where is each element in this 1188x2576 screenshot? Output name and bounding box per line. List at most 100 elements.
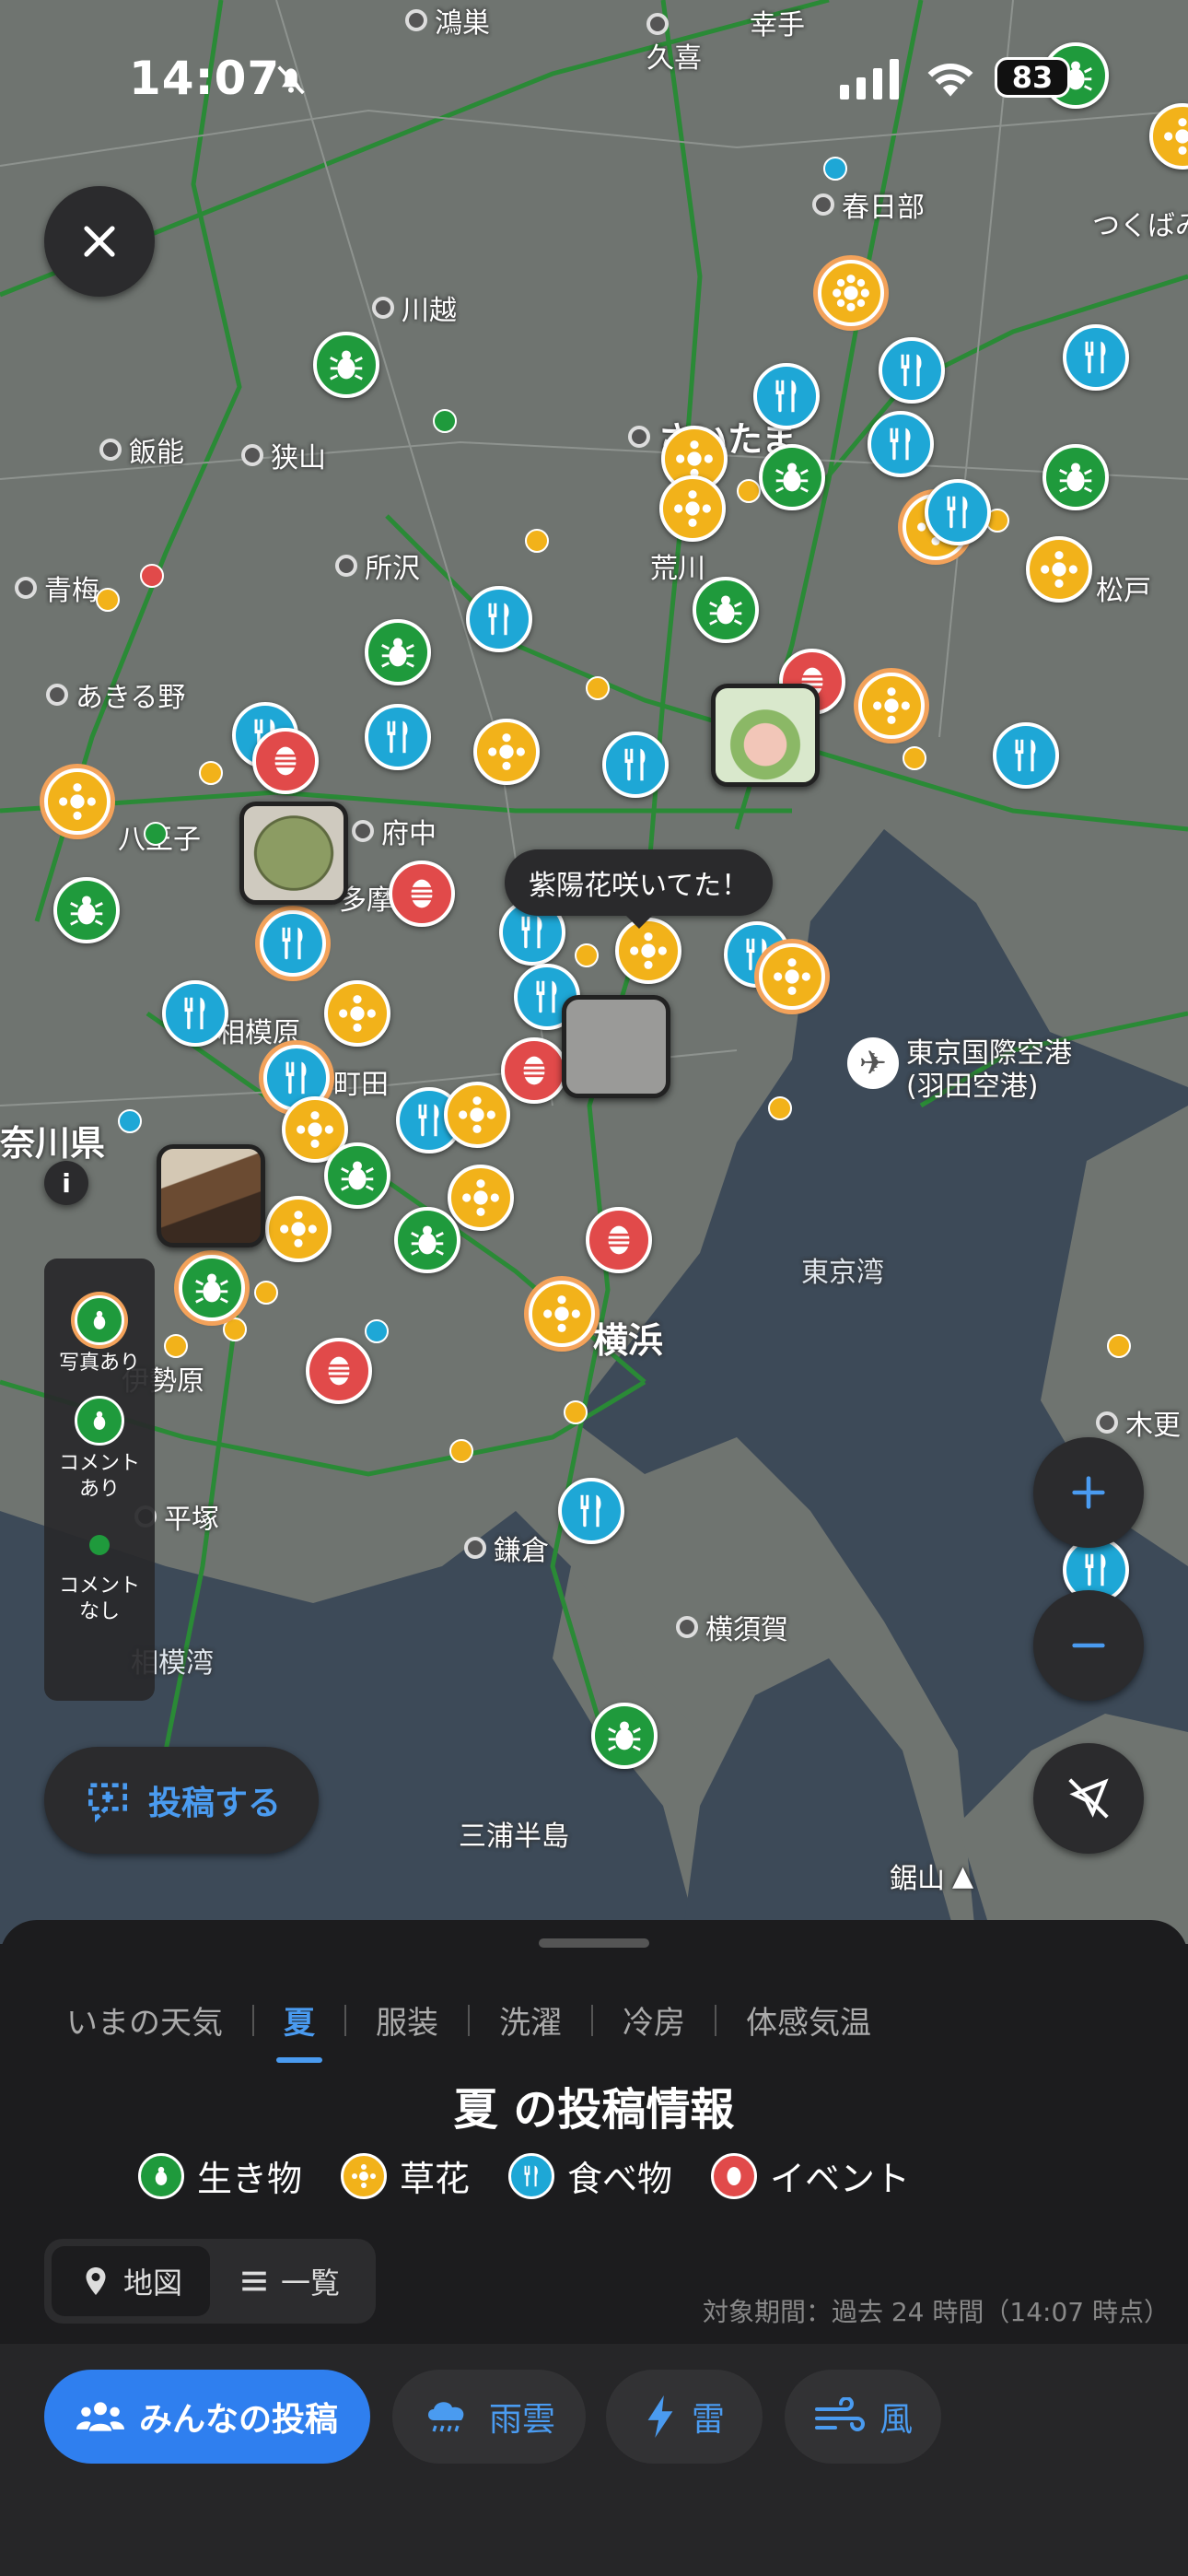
post-dot[interactable]	[433, 409, 457, 433]
flower-pin[interactable]	[444, 1082, 510, 1148]
nav-everyone-posts[interactable]: みんなの投稿	[44, 2370, 370, 2464]
food-pin[interactable]	[162, 980, 228, 1047]
location-button[interactable]	[1033, 1743, 1144, 1854]
flower-pin[interactable]	[759, 943, 825, 1010]
post-dot[interactable]	[449, 1439, 473, 1463]
flower-pin[interactable]	[818, 260, 884, 326]
place-label: 横須賀	[676, 1607, 788, 1647]
tab-current-weather[interactable]: いまの天気	[37, 1975, 252, 2065]
food-pin[interactable]	[1063, 324, 1129, 391]
view-map-option[interactable]: 地図	[52, 2246, 210, 2316]
post-dot[interactable]	[737, 479, 761, 503]
food-pin[interactable]	[868, 411, 934, 477]
photo-thumbnail[interactable]	[239, 802, 348, 905]
post-dot[interactable]	[525, 529, 549, 553]
creature-pin[interactable]	[313, 332, 379, 398]
post-dot[interactable]	[903, 746, 926, 770]
zoom-out-button[interactable]	[1033, 1590, 1144, 1701]
post-dot[interactable]	[118, 1109, 142, 1133]
creature-pin[interactable]	[324, 1142, 390, 1209]
post-dot[interactable]	[199, 761, 223, 785]
tab-clothing[interactable]: 服装	[346, 1975, 468, 2065]
sheet-grabber[interactable]	[539, 1938, 649, 1948]
flower-pin[interactable]	[44, 768, 111, 835]
info-icon[interactable]: i	[44, 1161, 88, 1205]
post-dot[interactable]	[144, 822, 168, 846]
photo-thumbnail[interactable]	[562, 995, 670, 1098]
food-pin[interactable]	[365, 704, 431, 770]
flower-pin[interactable]	[529, 1281, 595, 1347]
event-pin[interactable]	[586, 1207, 652, 1273]
post-dot[interactable]	[768, 1096, 792, 1120]
post-dot[interactable]	[140, 564, 164, 588]
post-dot[interactable]	[823, 157, 847, 181]
post-dot[interactable]	[223, 1317, 247, 1341]
food-pin[interactable]	[260, 910, 326, 977]
flower-pin[interactable]	[659, 475, 726, 542]
post-dot[interactable]	[164, 1334, 188, 1358]
photo-thumbnail[interactable]	[157, 1144, 265, 1247]
post-dot[interactable]	[254, 1281, 278, 1305]
food-pin[interactable]	[993, 722, 1059, 789]
post-button[interactable]: 投稿する	[44, 1747, 319, 1854]
close-button[interactable]	[44, 186, 155, 297]
nav-wind[interactable]: 風	[785, 2370, 941, 2464]
post-comment-bubble[interactable]: 紫陽花咲いてた！	[505, 849, 774, 929]
place-label: 横浜	[593, 1320, 664, 1361]
event-pin[interactable]	[306, 1338, 372, 1404]
place-label: 幸手	[750, 9, 805, 41]
tab-summer[interactable]: 夏	[254, 1975, 344, 2065]
place-label: 所沢	[335, 545, 420, 586]
creature-pin[interactable]	[591, 1703, 658, 1769]
post-dot[interactable]	[564, 1400, 588, 1424]
post-dot[interactable]	[365, 1319, 389, 1343]
flower-pin[interactable]	[473, 719, 540, 785]
place-label: 青梅	[15, 568, 99, 608]
creature-icon	[341, 1161, 374, 1191]
photo-thumbnail[interactable]	[711, 684, 820, 787]
flower-pin[interactable]	[448, 1165, 514, 1231]
creature-pin[interactable]	[759, 444, 825, 510]
view-list-option[interactable]: 一覧	[210, 2246, 368, 2316]
food-pin[interactable]	[466, 586, 532, 652]
food-pin[interactable]	[558, 1478, 624, 1544]
zoom-in-button[interactable]	[1033, 1437, 1144, 1548]
food-icon	[775, 380, 797, 413]
creature-pin[interactable]	[1042, 444, 1109, 510]
tab-cooling[interactable]: 冷房	[593, 1975, 715, 2065]
creature-pin[interactable]	[179, 1255, 245, 1321]
nav-thunder[interactable]: 雷	[606, 2370, 763, 2464]
dot-icon	[88, 1534, 110, 1555]
food-icon	[580, 1494, 601, 1528]
flower-icon	[488, 733, 525, 770]
post-dot[interactable]	[586, 676, 610, 700]
tab-laundry[interactable]: 洗濯	[470, 1975, 591, 2065]
food-pin[interactable]	[925, 479, 991, 545]
creature-pin[interactable]	[394, 1207, 460, 1273]
map-view[interactable]: 鴻巣 久喜 幸手 春日部 つくばみ 川越 飯能 狭山 さいたま 所沢 荒川 青梅…	[0, 0, 1188, 1944]
place-label: 鴻巣	[405, 0, 490, 41]
flower-icon	[1041, 551, 1077, 588]
food-pin[interactable]	[753, 363, 820, 429]
category-event: イベント	[711, 2150, 910, 2201]
post-dot[interactable]	[575, 943, 599, 967]
creature-pin[interactable]	[53, 877, 120, 943]
flower-pin[interactable]	[324, 980, 390, 1047]
flower-icon	[630, 932, 667, 969]
creature-pin[interactable]	[693, 577, 759, 643]
event-pin[interactable]	[501, 1037, 567, 1104]
flower-pin[interactable]	[1026, 536, 1092, 603]
creature-pin[interactable]	[365, 619, 431, 685]
food-pin[interactable]	[879, 337, 945, 404]
post-dot[interactable]	[96, 588, 120, 612]
legend-comment: コメント あり	[59, 1395, 140, 1504]
post-dot[interactable]	[1107, 1334, 1131, 1358]
event-pin[interactable]	[389, 861, 455, 927]
flower-pin[interactable]	[858, 673, 925, 739]
tab-feels-like[interactable]: 体感気温	[716, 1975, 901, 2065]
event-pin[interactable]	[252, 728, 319, 794]
flower-pin[interactable]	[265, 1196, 332, 1262]
nav-rain-cloud[interactable]: 雨雲	[392, 2370, 586, 2464]
food-pin[interactable]	[602, 732, 669, 798]
place-label: あきる野	[46, 674, 185, 715]
